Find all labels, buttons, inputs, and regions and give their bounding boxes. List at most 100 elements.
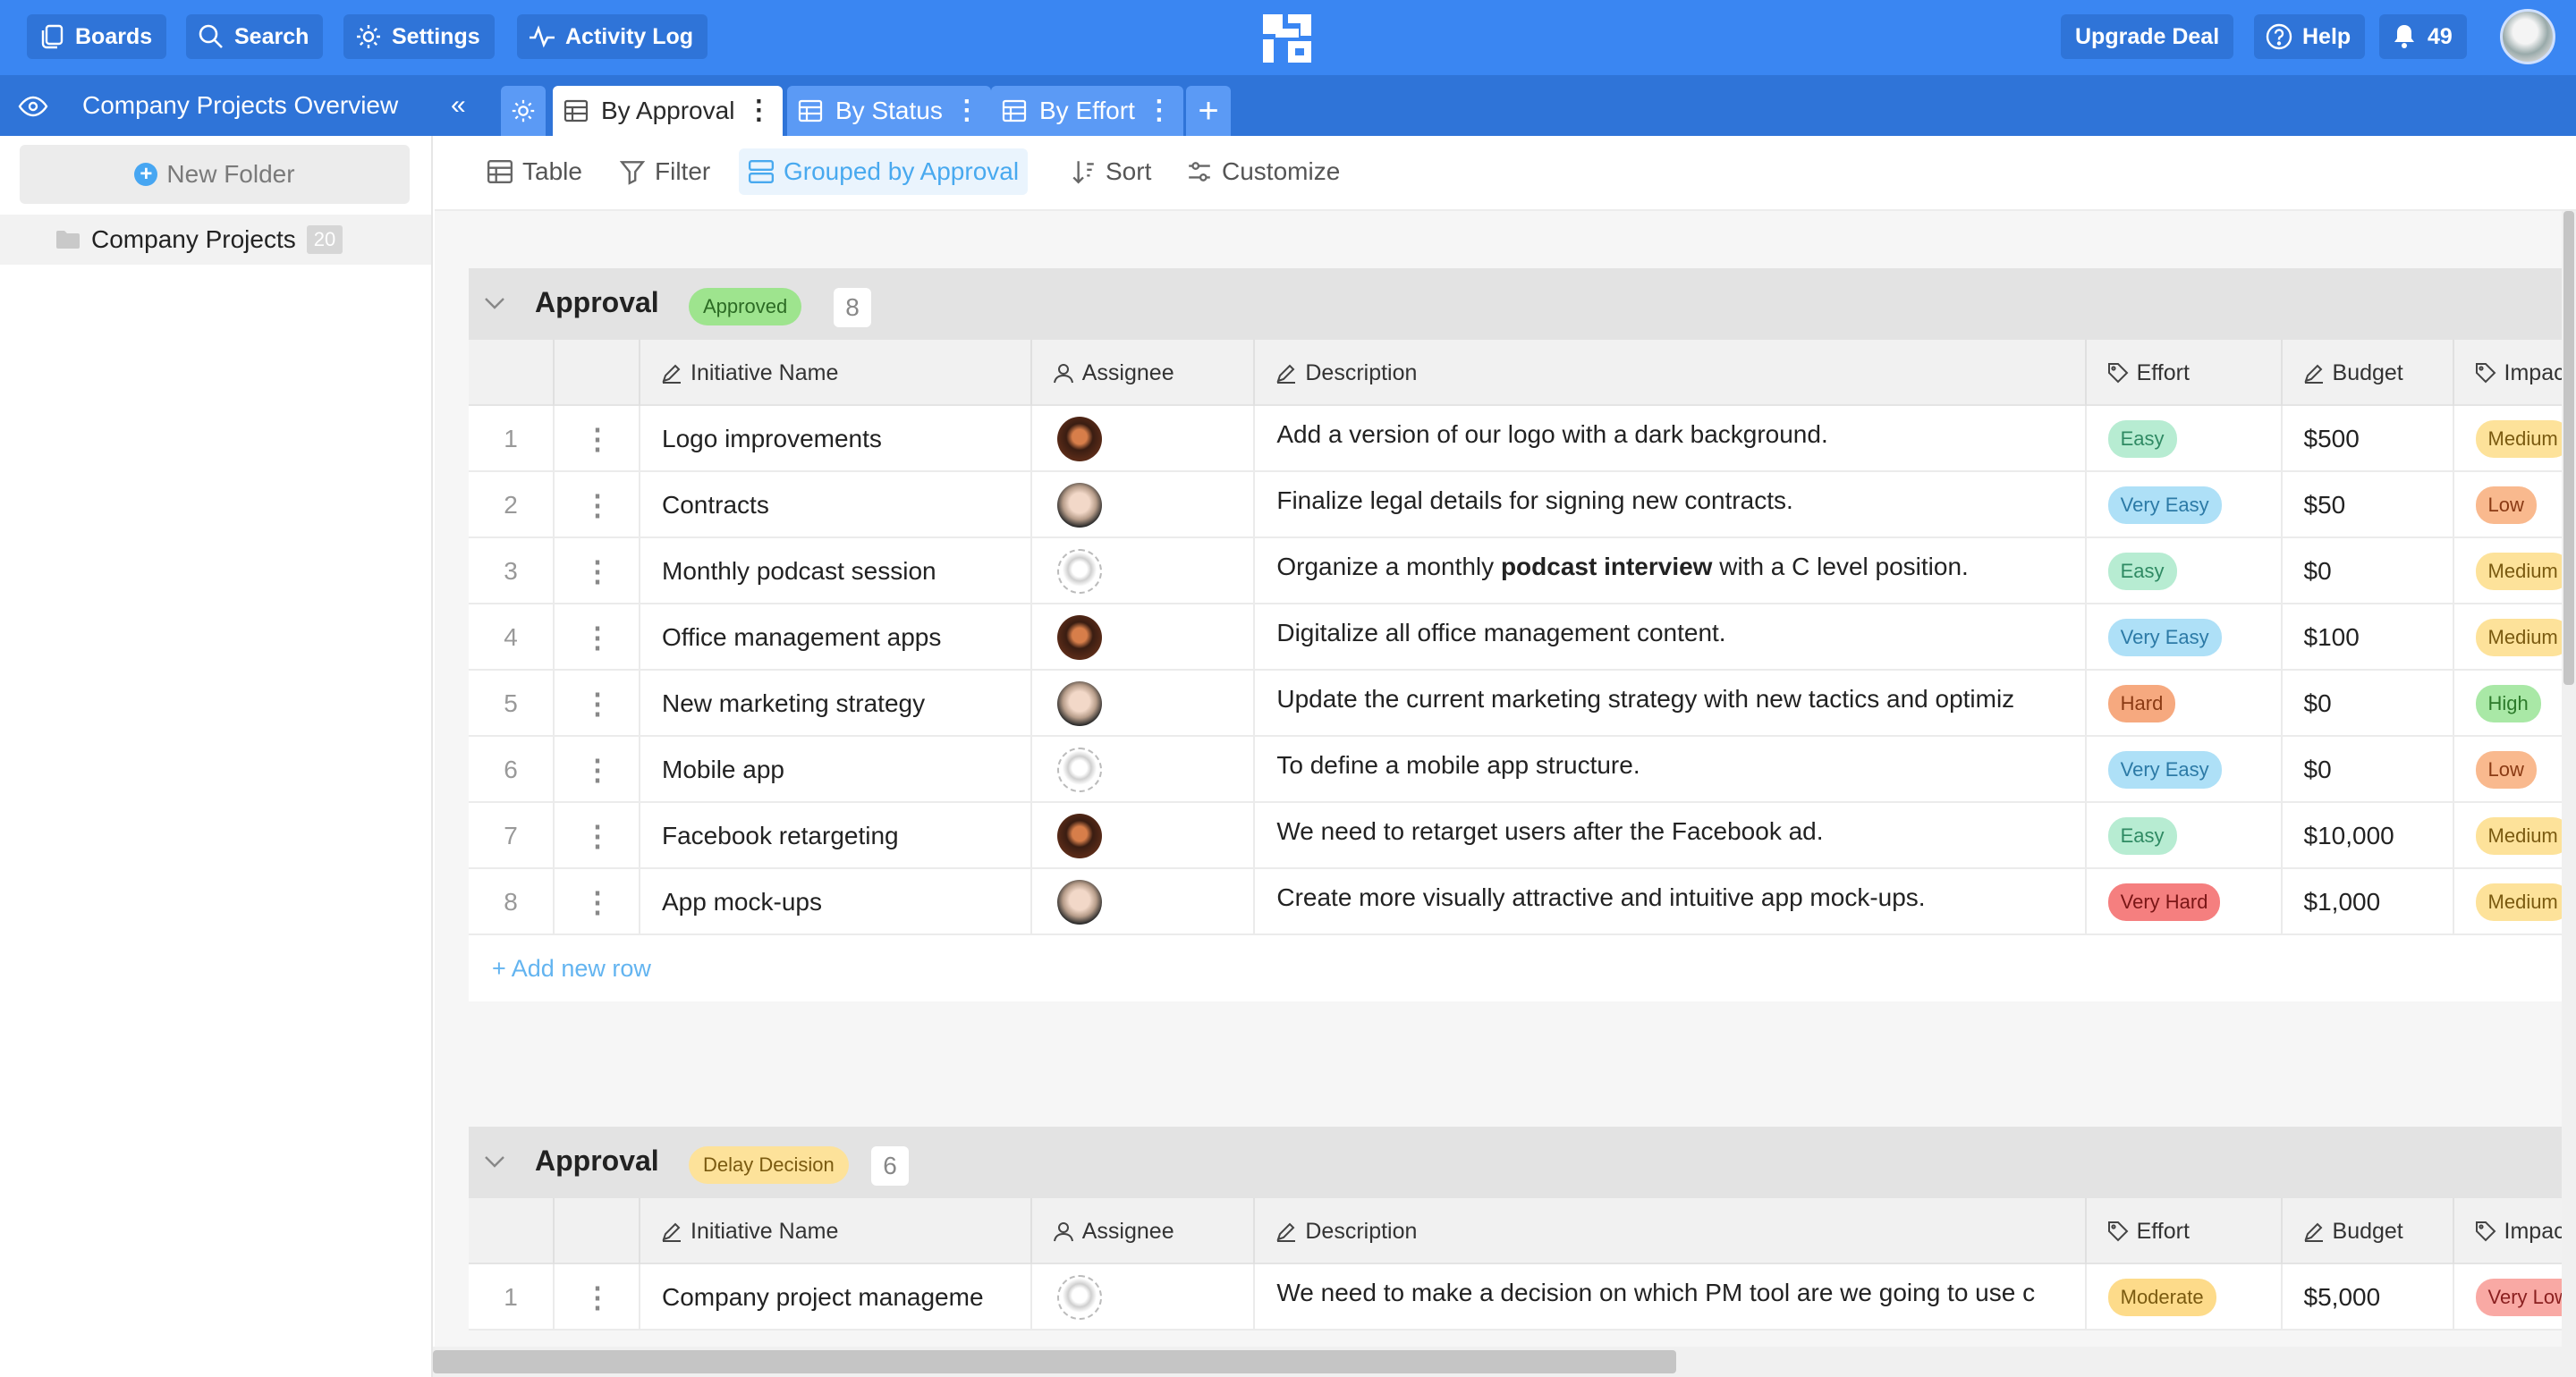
effort-cell[interactable]: Very Easy <box>2087 472 2283 538</box>
tab-by-effort[interactable]: By Effort ⋮ <box>991 86 1183 136</box>
assignee-cell[interactable] <box>1032 737 1256 803</box>
column-header-description[interactable]: Description <box>1255 1198 2087 1264</box>
budget-cell[interactable]: $0 <box>2283 538 2454 604</box>
help-button[interactable]: Help <box>2254 14 2366 59</box>
impact-cell[interactable]: Low <box>2454 472 2562 538</box>
avatar[interactable] <box>1056 880 1102 925</box>
avatar[interactable] <box>1056 417 1102 461</box>
tab-by-approval[interactable]: By Approval ⋮ <box>553 86 784 136</box>
row-menu-icon[interactable]: ⋮ <box>555 671 640 737</box>
effort-cell[interactable]: Moderate <box>2087 1264 2283 1331</box>
initiative-name-cell[interactable]: Company project manageme <box>640 1264 1032 1331</box>
avatar[interactable] <box>1056 549 1102 594</box>
initiative-name-cell[interactable]: Monthly podcast session <box>640 538 1032 604</box>
impact-cell[interactable]: High <box>2454 671 2562 737</box>
tab-menu-icon[interactable]: ⋮ <box>953 97 980 124</box>
effort-cell[interactable]: Easy <box>2087 538 2283 604</box>
assignee-cell[interactable] <box>1032 1264 1256 1331</box>
effort-cell[interactable]: Very Easy <box>2087 604 2283 671</box>
description-cell[interactable]: Add a version of our logo with a dark ba… <box>1255 406 2087 472</box>
initiative-name-cell[interactable]: New marketing strategy <box>640 671 1032 737</box>
row-menu-icon[interactable]: ⋮ <box>555 406 640 472</box>
column-header-budget[interactable]: Budget <box>2283 340 2454 406</box>
tab-by-status[interactable]: By Status ⋮ <box>787 86 991 136</box>
impact-cell[interactable]: Medium <box>2454 538 2562 604</box>
table-row[interactable]: 6 ⋮ Mobile app To define a mobile app struc… <box>469 737 2562 803</box>
initiative-name-cell[interactable]: Mobile app <box>640 737 1032 803</box>
search-button[interactable]: Search <box>186 14 324 59</box>
initiative-name-cell[interactable]: Office management apps <box>640 604 1032 671</box>
horizontal-scrollbar[interactable] <box>433 1347 2576 1377</box>
scrollbar-thumb[interactable] <box>2563 211 2574 685</box>
description-cell[interactable]: Organize a monthly podcast interview wit… <box>1255 538 2087 604</box>
budget-cell[interactable]: $10,000 <box>2283 803 2454 869</box>
add-view-button[interactable]: + <box>1186 86 1231 136</box>
table-row[interactable]: 5 ⋮ New marketing strategy Update the curre… <box>469 671 2562 737</box>
settings-button[interactable]: Settings <box>343 14 495 59</box>
avatar[interactable] <box>1056 814 1102 858</box>
row-menu-icon[interactable]: ⋮ <box>555 538 640 604</box>
row-menu-icon[interactable]: ⋮ <box>555 472 640 538</box>
boards-button[interactable]: Boards <box>27 14 167 59</box>
avatar[interactable] <box>1056 681 1102 726</box>
assignee-cell[interactable] <box>1032 472 1256 538</box>
row-menu-icon[interactable]: ⋮ <box>555 1264 640 1331</box>
effort-cell[interactable]: Easy <box>2087 406 2283 472</box>
budget-cell[interactable]: $50 <box>2283 472 2454 538</box>
avatar[interactable] <box>1056 615 1102 660</box>
vertical-scrollbar[interactable] <box>2562 211 2576 1347</box>
activity-log-button[interactable]: Activity Log <box>517 14 708 59</box>
table-row[interactable]: 1 ⋮ Company project manageme We need to mak… <box>469 1264 2562 1331</box>
description-cell[interactable]: Finalize legal details for signing new c… <box>1255 472 2087 538</box>
table-row[interactable]: 1 ⋮ Logo improvements Add a version of our … <box>469 406 2562 472</box>
budget-cell[interactable]: $100 <box>2283 604 2454 671</box>
table-row[interactable]: 4 ⋮ Office management apps Digitalize all o… <box>469 604 2562 671</box>
upgrade-deal-button[interactable]: Upgrade Deal <box>2061 14 2234 59</box>
effort-cell[interactable]: Hard <box>2087 671 2283 737</box>
table-row[interactable]: 8 ⋮ App mock-ups Create more visually attra… <box>469 869 2562 935</box>
impact-cell[interactable]: Medium <box>2454 604 2562 671</box>
budget-cell[interactable]: $1,000 <box>2283 869 2454 935</box>
assignee-cell[interactable] <box>1032 803 1256 869</box>
description-cell[interactable]: We need to make a decision on which PM t… <box>1255 1264 2087 1331</box>
avatar[interactable] <box>1056 1275 1102 1320</box>
row-menu-icon[interactable]: ⋮ <box>555 737 640 803</box>
budget-cell[interactable]: $0 <box>2283 671 2454 737</box>
assignee-cell[interactable] <box>1032 671 1256 737</box>
avatar[interactable] <box>1056 748 1102 792</box>
description-cell[interactable]: Digitalize all office management content… <box>1255 604 2087 671</box>
avatar[interactable] <box>1056 483 1102 528</box>
description-cell[interactable]: To define a mobile app structure. <box>1255 737 2087 803</box>
impact-cell[interactable]: Medium <box>2454 406 2562 472</box>
chevron-down-icon[interactable] <box>483 1152 506 1171</box>
initiative-name-cell[interactable]: Logo improvements <box>640 406 1032 472</box>
budget-cell[interactable]: $0 <box>2283 737 2454 803</box>
column-header-impact[interactable]: Impact <box>2454 1198 2562 1264</box>
column-header-effort[interactable]: Effort <box>2087 1198 2283 1264</box>
impact-cell[interactable]: Very Low <box>2454 1264 2562 1331</box>
assignee-cell[interactable] <box>1032 538 1256 604</box>
sort-button[interactable]: Sort <box>1061 148 1160 195</box>
table-row[interactable]: 7 ⋮ Facebook retargeting We need to retarge… <box>469 803 2562 869</box>
column-header-impact[interactable]: Impact <box>2454 340 2562 406</box>
assignee-cell[interactable] <box>1032 406 1256 472</box>
column-header-budget[interactable]: Budget <box>2283 1198 2454 1264</box>
column-header-initiative-name[interactable]: Initiative Name <box>640 1198 1032 1264</box>
row-menu-icon[interactable]: ⋮ <box>555 869 640 935</box>
notifications-button[interactable]: 49 <box>2379 14 2467 59</box>
description-cell[interactable]: We need to retarget users after the Face… <box>1255 803 2087 869</box>
scrollbar-thumb[interactable] <box>433 1350 1676 1373</box>
filter-button[interactable]: Filter <box>610 148 719 195</box>
table-row[interactable]: 3 ⋮ Monthly podcast session Organize a mont… <box>469 538 2562 604</box>
tab-menu-icon[interactable]: ⋮ <box>745 97 772 124</box>
description-cell[interactable]: Update the current marketing strategy wi… <box>1255 671 2087 737</box>
assignee-cell[interactable] <box>1032 869 1256 935</box>
assignee-cell[interactable] <box>1032 604 1256 671</box>
budget-cell[interactable]: $5,000 <box>2283 1264 2454 1331</box>
initiative-name-cell[interactable]: Facebook retargeting <box>640 803 1032 869</box>
description-cell[interactable]: Create more visually attractive and intu… <box>1255 869 2087 935</box>
add-new-row-button[interactable]: + Add new row <box>469 935 2562 1001</box>
user-avatar[interactable] <box>2500 9 2555 64</box>
row-menu-icon[interactable]: ⋮ <box>555 604 640 671</box>
eye-icon[interactable] <box>18 93 48 120</box>
